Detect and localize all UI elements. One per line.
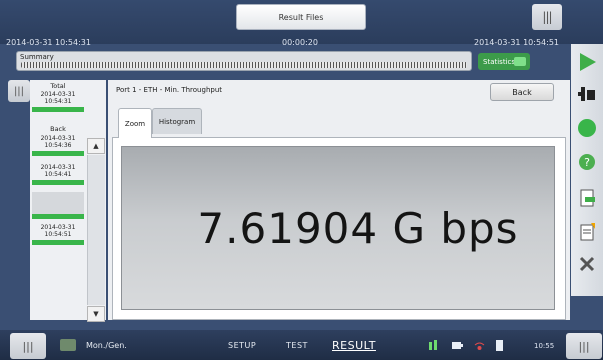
elapsed-time: 00:00:20 <box>282 38 318 47</box>
summary-timeline-bar[interactable]: Summary <box>16 51 472 71</box>
list-item-date[interactable]: 2014-03-31 <box>32 135 84 142</box>
page-title: Port 1 - ETH - Min. Throughput <box>116 86 223 94</box>
back-button[interactable]: Back <box>490 83 554 101</box>
mode-label[interactable]: Mon./Gen. <box>86 341 127 350</box>
nav-result[interactable]: RESULT <box>332 339 376 352</box>
nav-setup[interactable]: SETUP <box>228 341 256 350</box>
start-timestamp: 2014-03-31 10:54:31 <box>6 38 91 47</box>
bottom-right-handle-icon[interactable]: ||| <box>566 333 602 359</box>
total-marker[interactable] <box>32 107 84 112</box>
statistics-label: Statistics <box>483 57 515 66</box>
svg-text:?: ? <box>584 156 590 169</box>
list-item-marker[interactable] <box>32 151 84 156</box>
play-icon[interactable] <box>575 50 599 74</box>
list-item-marker[interactable] <box>32 240 84 245</box>
device-icon <box>496 340 503 351</box>
list-item-date[interactable]: 2014-03-31 <box>32 224 84 231</box>
export-report-icon[interactable] <box>575 186 599 210</box>
result-files-tab[interactable]: Result Files <box>236 4 366 30</box>
network-port-icon[interactable] <box>575 82 599 106</box>
selected-slot[interactable] <box>32 192 84 214</box>
scrollbar-track[interactable] <box>87 155 105 305</box>
tools-icon[interactable] <box>575 252 599 276</box>
help-icon[interactable]: ? <box>575 150 599 174</box>
toggle-knob-icon <box>514 57 526 66</box>
right-tool-panel: ? <box>571 44 603 296</box>
clock: 10:55 <box>534 342 555 350</box>
link-status-icon <box>429 340 437 350</box>
total-label: Total <box>50 82 66 90</box>
summary-label: Summary <box>20 53 54 61</box>
list-item-marker[interactable] <box>32 214 84 219</box>
scroll-up-button[interactable]: ▲ <box>87 138 105 154</box>
throughput-display: 7.61904 G bps <box>121 146 555 310</box>
total-date: 2014-03-31 <box>40 91 76 98</box>
left-panel-handle-icon[interactable]: ||| <box>8 80 30 102</box>
menu-handle-icon[interactable]: ||| <box>532 4 562 30</box>
main-panel: Port 1 - ETH - Min. Throughput Back Zoom… <box>108 80 570 320</box>
summary-track[interactable] <box>21 62 467 68</box>
battery-icon <box>452 342 463 349</box>
status-led-icon[interactable] <box>575 116 599 140</box>
list-item-marker[interactable] <box>32 180 84 185</box>
back-label: Back <box>50 125 66 133</box>
list-item-time[interactable]: 10:54:41 <box>32 171 84 178</box>
zoom-content-frame: 7.61904 G bps <box>112 137 566 320</box>
tab-histogram[interactable]: Histogram <box>152 108 202 134</box>
statistics-toggle[interactable]: Statistics <box>478 53 530 70</box>
end-timestamp: 2014-03-31 10:54:51 <box>474 38 559 47</box>
bottom-bar: ||| Mon./Gen. SETUP TEST RESULT 10:55 ||… <box>0 330 603 360</box>
edit-report-icon[interactable] <box>575 220 599 244</box>
list-item-date[interactable]: 2014-03-31 <box>32 164 84 171</box>
total-time: 10:54:31 <box>44 98 72 105</box>
top-bar: Result Files ||| 2014-03-31 10:54:31 00:… <box>0 0 603 47</box>
list-item-time[interactable]: 10:54:51 <box>32 231 84 238</box>
wifi-icon <box>474 342 485 350</box>
mode-icon[interactable] <box>60 339 76 351</box>
scroll-down-button[interactable]: ▼ <box>87 306 105 322</box>
tab-zoom[interactable]: Zoom <box>118 108 152 138</box>
nav-test[interactable]: TEST <box>286 341 308 350</box>
throughput-value: 7.61904 G bps <box>197 203 519 253</box>
bottom-left-handle-icon[interactable]: ||| <box>10 333 46 359</box>
list-item-time[interactable]: 10:54:36 <box>32 142 84 149</box>
